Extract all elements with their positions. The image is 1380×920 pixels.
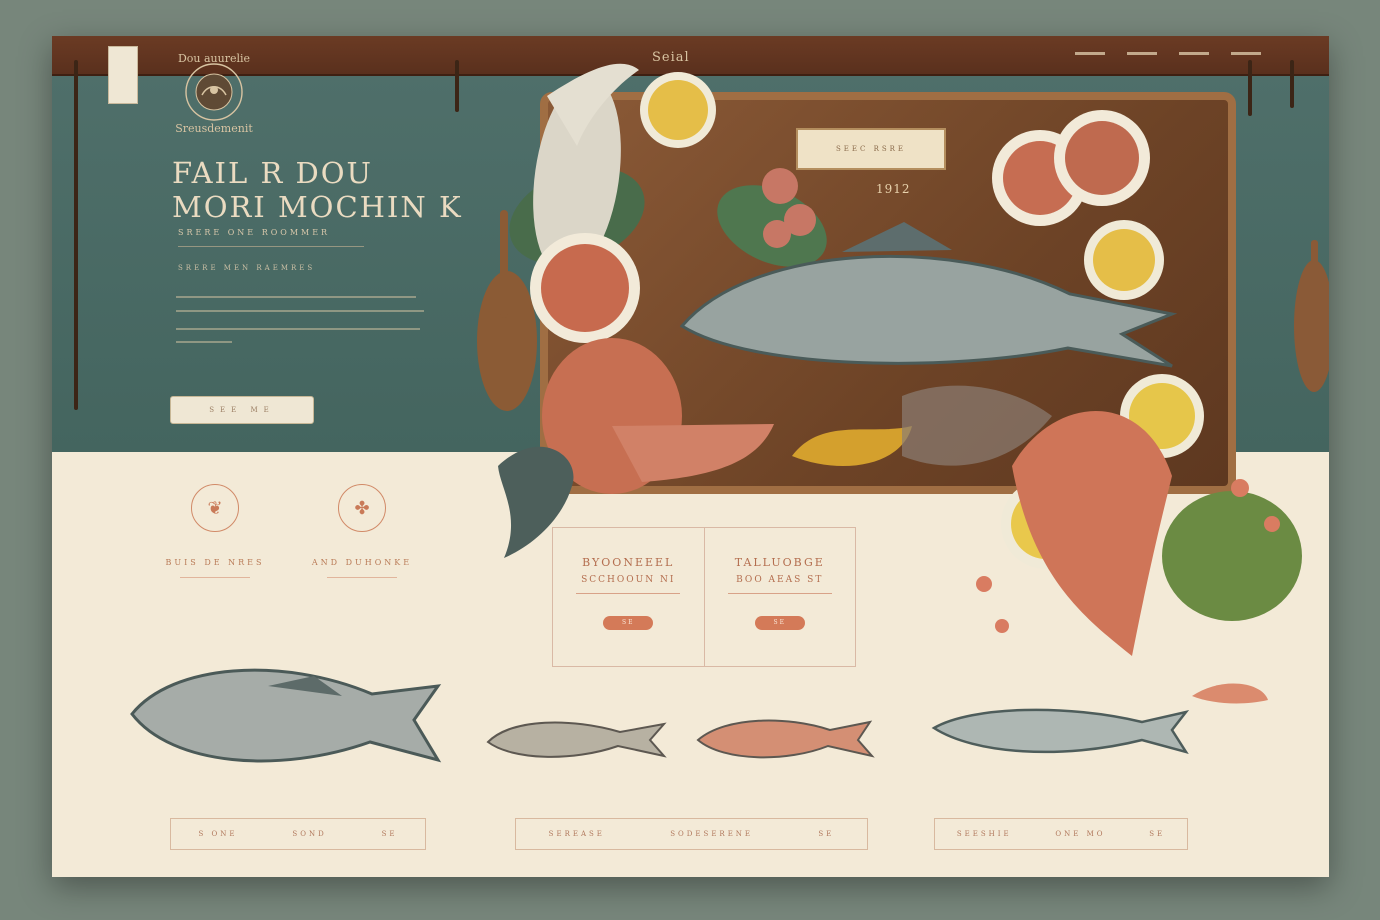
offer-button-1[interactable]: SE <box>603 616 654 630</box>
fork-shaft <box>500 210 508 318</box>
tomato-slice-3 <box>763 220 791 248</box>
tomato-ball-1 <box>976 576 992 592</box>
bottom-bar-3-item-3: SE <box>1149 830 1166 838</box>
leaf-green-3 <box>1162 491 1302 621</box>
bottom-bar-2-item-2: SODESERENE <box>670 830 754 838</box>
bottom-bar-2-item-1: SEREASE <box>548 830 605 838</box>
offer-rule-1 <box>576 593 681 594</box>
feature-divider-2 <box>327 577 397 578</box>
lemon-slice-1-fill <box>648 80 708 140</box>
offer-subtitle-2: BOO AEAS ST <box>736 575 824 585</box>
tomato-ball-4 <box>1264 516 1280 532</box>
feature-title-2: AND DUHONKE <box>311 558 413 567</box>
medium-fish <box>931 708 1190 755</box>
tomato-ball-2 <box>995 619 1009 633</box>
salmon-steak <box>1012 411 1172 656</box>
tomato-ball-3 <box>1231 479 1249 497</box>
salmon-bowl-1-fill <box>541 244 629 332</box>
offer-title-1: BYOONEEEL <box>582 556 675 569</box>
bottom-bar-1-item-2: SOND <box>292 830 327 838</box>
offer-button-2[interactable]: SE <box>754 616 805 630</box>
fish-gallery <box>130 668 1190 763</box>
bottom-bar-3-item-2: ONE MO <box>1055 830 1106 838</box>
small-fish-2 <box>696 719 875 759</box>
noodles <box>792 426 912 466</box>
offer-rule-2 <box>727 593 832 594</box>
tomato-slice-1 <box>762 168 798 204</box>
website-frame: Dou auurelie Sreusdemenit Seial FAIL R D… <box>52 36 1329 877</box>
bottom-bar-3-item-1: SEESHIE <box>956 830 1012 838</box>
leaf-icon: ✤ <box>338 484 386 532</box>
bottom-bar-2[interactable]: SEREASE SODESERENE SE <box>515 818 868 850</box>
offer-subtitle-1: SCCHOOUN NI <box>581 575 676 585</box>
feature-title-1: BUIS DE NRES <box>165 558 265 567</box>
spoon-shaft <box>1311 240 1318 300</box>
fish-bowl-icon: ❦ <box>191 484 239 532</box>
feature-card-2: ✤ AND DUHONKE <box>307 484 417 578</box>
main-fish-fin <box>842 222 952 252</box>
bottom-bar-1-item-3: SE <box>381 830 398 838</box>
feature-divider-1 <box>180 577 250 578</box>
small-fish-1 <box>486 721 667 758</box>
lemon-slice-2-fill <box>1093 229 1155 291</box>
bottom-bar-1-item-1: S ONE <box>198 830 238 838</box>
bottom-bar-2-item-3: SE <box>818 830 835 838</box>
bottom-bar-3[interactable]: SEESHIE ONE MO SE <box>934 818 1188 850</box>
feature-card-1: ❦ BUIS DE NRES <box>160 484 270 578</box>
offer-title-2: TALLUOBGE <box>734 556 825 569</box>
bottom-bar-1[interactable]: S ONE SOND SE <box>170 818 426 850</box>
salmon-bowl-3-fill <box>1065 121 1139 195</box>
